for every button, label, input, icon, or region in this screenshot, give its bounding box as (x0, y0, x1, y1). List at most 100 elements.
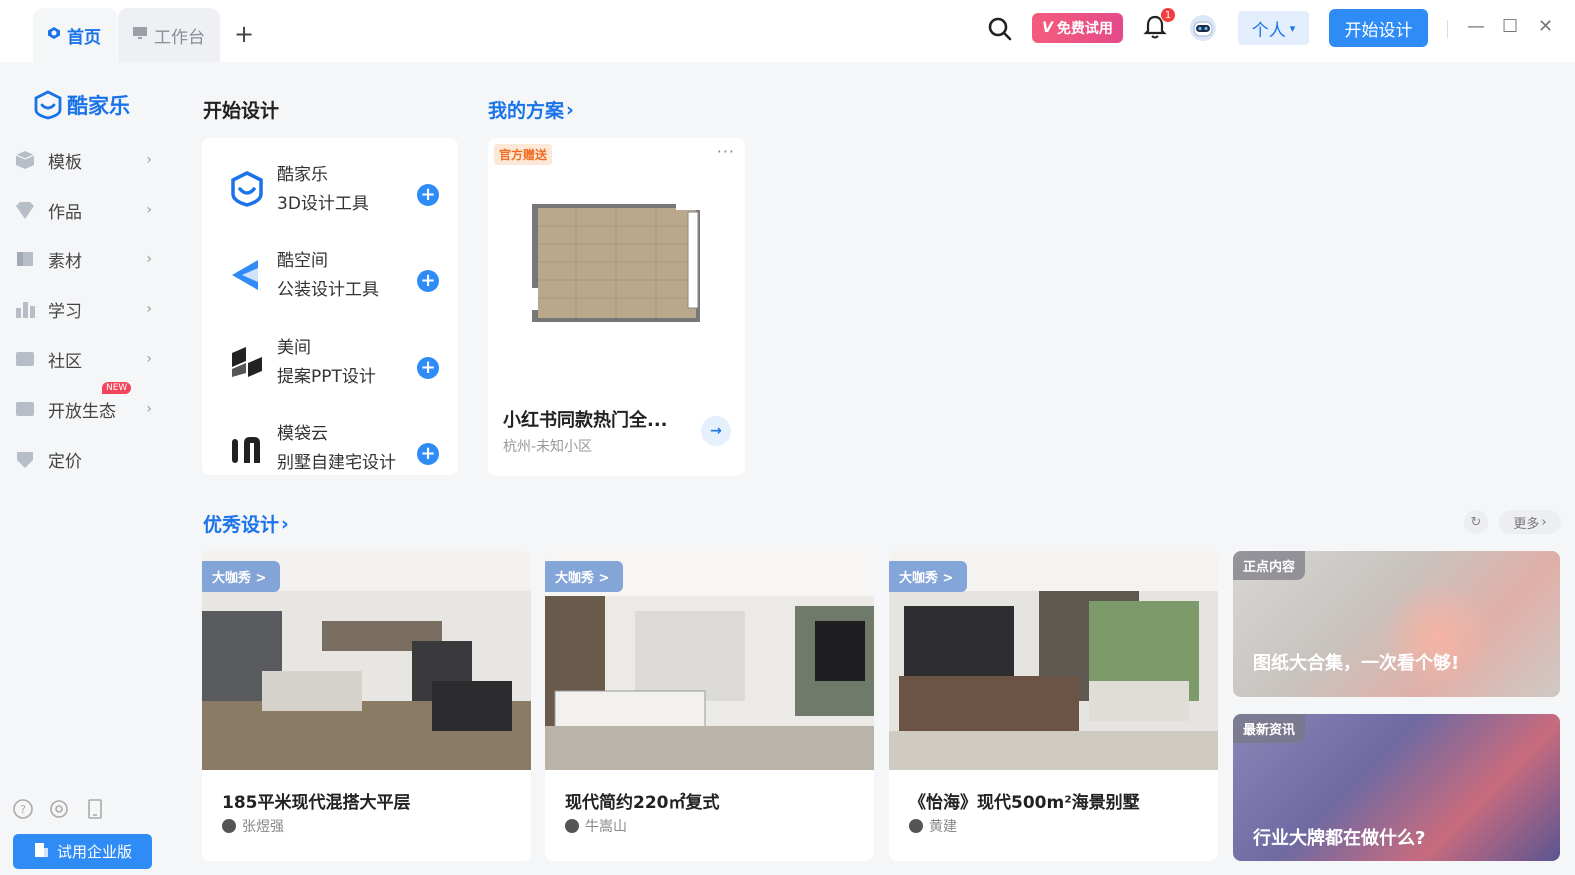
refresh-icon[interactable]: ↻ (1464, 510, 1488, 534)
tab-home[interactable]: 首页 (33, 8, 117, 62)
new-badge: NEW (102, 382, 132, 394)
design-tools-card: 酷家乐 3D设计工具 + 酷空间 公装设计工具 + 美间 提案PPT设计 + 模… (202, 138, 458, 475)
sidebar-item-label: 学习 (48, 301, 82, 322)
author-name: 张煜强 (242, 819, 284, 835)
avatar (222, 819, 236, 833)
chevron-right-icon: › (281, 512, 289, 535)
sidebar-item-open-ecosystem[interactable]: 开放生态 NEW › (14, 382, 160, 426)
sidebar-item-label: 模板 (48, 152, 82, 173)
start-design-heading: 开始设计 (203, 100, 280, 122)
sidebar-bottom-icons: ? (12, 798, 106, 824)
tool-kukongjian[interactable]: 酷空间 公装设计工具 + (202, 238, 458, 318)
try-enterprise-button[interactable]: 试用企业版 (13, 834, 152, 869)
chevron-right-icon: › (146, 351, 152, 367)
chevron-right-icon: › (146, 401, 152, 417)
design-card[interactable]: 大咖秀 > 现代简约220㎡复式 牛嵩山 (545, 551, 874, 861)
bar-chart-icon (14, 299, 36, 319)
add-plus-icon[interactable]: + (417, 443, 439, 465)
my-plans-link[interactable]: 我的方案 › (488, 96, 574, 123)
help-icon[interactable]: ? (12, 798, 34, 824)
tool-meijian[interactable]: 美间 提案PPT设计 + (202, 325, 458, 405)
promo-card-news[interactable]: 最新资讯 行业大牌都在做什么? (1233, 714, 1560, 861)
plan-location: 杭州-未知小区 (503, 439, 593, 455)
arrow-right-icon[interactable]: → (701, 416, 731, 446)
box-icon (14, 249, 36, 269)
sidebar: 酷家乐 模板 › 作品 › 素材 › 学习 › 社区 › 开放生态 NEW › … (0, 62, 172, 875)
chevron-down-icon: ▾ (1289, 21, 1296, 35)
expert-show-badge[interactable]: 大咖秀 > (202, 561, 281, 592)
tab-home-label: 首页 (67, 27, 101, 48)
promo-card-drawings[interactable]: 正点内容 图纸大合集，一次看个够! (1233, 551, 1560, 697)
chevron-right-icon: › (1541, 514, 1547, 530)
add-plus-icon[interactable]: + (417, 184, 439, 206)
add-tab-button[interactable]: + (234, 22, 254, 46)
tool-modaiyun[interactable]: 模袋云 别墅自建宅设计 + (202, 411, 458, 475)
settings-icon[interactable] (48, 798, 70, 824)
tool-name: 酷空间 (277, 251, 328, 271)
add-plus-icon[interactable]: + (417, 270, 439, 292)
tab-workbench[interactable]: 工作台 (118, 8, 220, 62)
avatar (565, 819, 579, 833)
design-card[interactable]: 大咖秀 > 185平米现代混搭大平层 张煜强 (202, 551, 531, 861)
minimize-icon[interactable]: — (1467, 16, 1485, 37)
building-icon (33, 842, 49, 862)
phone-icon[interactable] (84, 798, 106, 824)
account-select[interactable]: 个人 ▾ (1238, 11, 1309, 45)
cube-icon (14, 150, 36, 170)
tool-desc: 别墅自建宅设计 (277, 453, 396, 473)
plan-card[interactable]: 官方赠送 ··· 小红书同款热门全... 杭州-未知小区 → (488, 138, 745, 476)
plan-title: 小红书同款热门全... (503, 410, 668, 431)
free-trial-button[interactable]: V 免费试用 (1032, 13, 1123, 43)
design-card[interactable]: 大咖秀 > 《怡海》现代500m²海景别墅 黄建 (889, 551, 1218, 861)
vip-icon: V (1042, 20, 1053, 36)
notification-count-badge: 1 (1160, 7, 1176, 23)
free-trial-label: 免费试用 (1056, 21, 1113, 37)
more-options-icon[interactable]: ··· (717, 142, 735, 161)
sidebar-item-label: 定价 (48, 451, 82, 472)
ecosystem-icon (14, 399, 36, 419)
design-author: 张煜强 (222, 816, 284, 836)
app-logo[interactable]: 酷家乐 (33, 90, 130, 120)
avatar (909, 819, 923, 833)
tool-desc: 公装设计工具 (277, 280, 379, 300)
expert-show-badge[interactable]: 大咖秀 > (889, 561, 968, 592)
more-label: 更多 (1513, 516, 1540, 532)
main-content: 开始设计 我的方案 › 酷家乐 3D设计工具 + 酷空间 公装设计工具 + 美间… (172, 62, 1575, 875)
featured-designs-link[interactable]: 优秀设计 › (203, 510, 289, 537)
sidebar-item-label: 社区 (48, 351, 82, 372)
tool-name: 美间 (277, 338, 311, 358)
svg-text:?: ? (20, 803, 26, 816)
robot-assistant-icon[interactable] (1187, 12, 1219, 44)
kujiale-logo-icon (34, 90, 62, 120)
sidebar-item-learning[interactable]: 学习 › (14, 292, 160, 326)
monitor-icon (132, 25, 148, 45)
sidebar-item-community[interactable]: 社区 › (14, 342, 160, 376)
close-icon[interactable]: ✕ (1538, 16, 1553, 37)
top-bar: 首页 工作台 + V 免费试用 1 个人 ▾ 开始设计 — ☐ ✕ (0, 0, 1575, 62)
search-icon[interactable] (986, 15, 1014, 43)
modaiyun-tool-icon (232, 437, 260, 463)
sidebar-item-materials[interactable]: 素材 › (14, 242, 160, 276)
author-name: 牛嵩山 (585, 819, 627, 835)
add-plus-icon[interactable]: + (417, 357, 439, 379)
tool-desc: 3D设计工具 (277, 194, 369, 214)
diamond-icon (14, 200, 36, 220)
more-button[interactable]: 更多 › (1499, 510, 1561, 534)
design-title: 现代简约220㎡复式 (565, 793, 720, 813)
app-logo-text: 酷家乐 (67, 94, 130, 118)
chevron-right-icon: › (146, 202, 152, 218)
start-design-button[interactable]: 开始设计 (1329, 9, 1428, 47)
sidebar-item-works[interactable]: 作品 › (14, 193, 160, 227)
maximize-icon[interactable]: ☐ (1502, 16, 1518, 37)
tool-name: 模袋云 (277, 424, 328, 444)
try-enterprise-label: 试用企业版 (56, 843, 132, 861)
chevron-right-icon: › (146, 251, 152, 267)
tool-kujiale[interactable]: 酷家乐 3D设计工具 + (202, 152, 458, 232)
home-tab-icon (47, 25, 61, 45)
sidebar-item-label: 作品 (48, 202, 82, 223)
sidebar-item-pricing[interactable]: 定价 (14, 442, 160, 476)
my-plans-heading: 我的方案 (488, 100, 565, 122)
expert-show-badge[interactable]: 大咖秀 > (545, 561, 624, 592)
chevron-right-icon: › (146, 301, 152, 317)
sidebar-item-templates[interactable]: 模板 › (14, 143, 160, 177)
